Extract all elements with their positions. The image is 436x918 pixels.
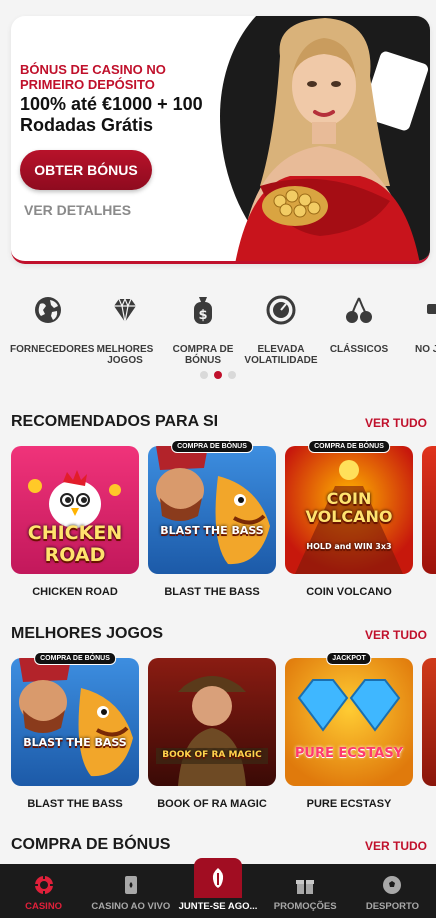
nav-label: PROMOÇÕES [273,901,337,912]
fisherman-fish-art [19,658,133,777]
carousel-pager [0,371,436,379]
game-thumbnail[interactable]: CHICKEN ROAD [11,446,139,574]
nav-live-casino[interactable]: CASINO AO VIVO [87,864,174,918]
hero-woman-image [235,18,429,261]
game-card[interactable]: COMPRA DE BÓNUS BLAST THE BASS BLAST THE… [11,652,139,810]
bonus-buy-badge: COMPRA DE BÓNUS [308,440,390,453]
money-bag-icon: $ [194,297,212,324]
recommended-see-all-link[interactable]: VER TUDO [365,416,427,430]
hero-kicker-text: BÓNUS DE CASINO NO PRIMEIRO DEPÓSITO [20,62,166,92]
join-icon [212,868,224,888]
cherries-icon [346,297,372,323]
recommended-games-row: CHICKEN ROAD CHICKEN ROAD COMPRA DE BÓNU… [0,440,436,606]
game-card[interactable]: COMPRA DE BÓNUS BLAST THE BASS BLAST THE… [148,440,276,598]
hero-offer-title: 100% até €1000 + 100 Rodadas Grátis [20,94,203,135]
best-games-section-title: MELHORES JOGOS [11,625,164,642]
svg-text:$: $ [198,308,207,323]
jackpot-badge: JACKPOT [326,652,372,665]
explorer-art [156,676,268,786]
category-label: MELHORES JOGOS [96,344,154,366]
partial-icon [427,304,436,314]
nav-label: CASINO AO VIVO [91,901,171,912]
game-name: PURE ECSTASY [306,798,392,810]
game-card[interactable]: BOOK OF RA MAGIC BOOK OF RA MAGIC [148,658,276,810]
game-subtitle-art: HOLD and WIN 3x3 [306,542,392,551]
game-card[interactable]: JACKPOT PURE ECSTASY PURE ECSTASY [285,652,413,810]
nav-casino[interactable]: CASINO [0,864,87,918]
get-bonus-button[interactable]: OBTER BÓNUS [20,150,152,190]
gift-icon [296,880,315,894]
game-card-partial[interactable] [422,446,436,574]
casino-chip-icon [34,876,53,894]
diamond-icon [114,297,136,323]
category-label: ELEVADA VOLATILIDADE [244,344,318,366]
game-title-art: PURE ECSTASY [294,746,404,761]
game-title-art: COIN VOLCANO [305,489,393,526]
diamond-gems-art [297,679,401,732]
bonus-buy-badge: COMPRA DE BÓNUS [34,652,116,665]
category-classics[interactable]: CLÁSSICOS [321,292,397,355]
casino-home-page: BÓNUS DE CASINO NO PRIMEIRO DEPÓSITO 100… [0,0,436,918]
see-details-link[interactable]: VER DETALHES [24,202,131,218]
category-best-games[interactable]: MELHORES JOGOS [87,292,163,366]
game-name: BLAST THE BASS [164,586,260,598]
category-bonus-buy[interactable]: $ COMPRA DE BÓNUS [165,292,241,366]
game-thumbnail[interactable] [422,658,436,786]
globe-icon [35,297,61,323]
game-name: BOOK OF RA MAGIC [157,798,267,810]
nav-sports[interactable]: DESPORTO [349,864,436,918]
game-name: CHICKEN ROAD [32,586,118,598]
pager-dot[interactable] [200,371,208,379]
game-title-art: BLAST THE BASS [23,736,127,749]
game-card[interactable]: CHICKEN ROAD CHICKEN ROAD [11,446,139,598]
game-title-art: CHICKEN ROAD [27,522,123,566]
category-label: NO JO [415,344,436,355]
gauge-icon [266,295,296,325]
game-thumbnail[interactable]: COIN VOLCANO HOLD and WIN 3x3 [285,446,413,574]
game-thumbnail[interactable]: PURE ECSTASY [285,658,413,786]
category-high-volatility[interactable]: ELEVADA VOLATILIDADE [243,292,319,366]
game-name: BLAST THE BASS [27,798,123,810]
game-card-partial[interactable] [422,658,436,786]
category-carousel[interactable]: FORNECEDORES MELHORES JOGOS $ COMPRA DE … [0,292,436,372]
category-providers[interactable]: FORNECEDORES [10,292,95,355]
game-thumbnail[interactable] [422,446,436,574]
bonus-buy-badge: COMPRA DE BÓNUS [171,440,253,453]
pager-dot-active[interactable] [214,371,222,379]
recommended-section-title: RECOMENDADOS PARA SI [11,413,219,430]
game-card[interactable]: COMPRA DE BÓNUS COIN VOLCANO HOLD and WI… [285,440,413,598]
game-thumbnail[interactable]: BLAST THE BASS [148,446,276,574]
game-title-art: BOOK OF RA MAGIC [162,750,262,760]
fisherman-fish-art [156,446,270,565]
nav-promotions[interactable]: PROMOÇÕES [262,864,349,918]
nav-label: DESPORTO [365,901,419,912]
category-label: COMPRA DE BÓNUS [172,344,234,366]
category-label: CLÁSSICOS [329,344,389,355]
game-thumbnail[interactable]: BLAST THE BASS [11,658,139,786]
category-label: FORNECEDORES [10,344,95,355]
nav-label: JUNTE-SE AGO... [178,901,258,912]
hero-banner[interactable]: BÓNUS DE CASINO NO PRIMEIRO DEPÓSITO 100… [11,16,430,264]
bonus-buy-see-all-link[interactable]: VER TUDO [365,839,427,853]
game-title-art: BLAST THE BASS [160,524,264,537]
nav-label: CASINO [25,901,63,912]
game-thumbnail[interactable]: BOOK OF RA MAGIC [148,658,276,786]
soccer-ball-icon [383,876,402,894]
category-partial[interactable]: NO JO [399,292,436,355]
playing-card-icon [124,876,137,894]
pager-dot[interactable] [228,371,236,379]
best-games-see-all-link[interactable]: VER TUDO [365,628,427,642]
bonus-buy-section-title: COMPRA DE BÓNUS [11,836,171,853]
best-games-row: COMPRA DE BÓNUS BLAST THE BASS BLAST THE… [0,652,436,818]
game-name: COIN VOLCANO [306,586,392,598]
join-now-button[interactable] [194,858,242,898]
